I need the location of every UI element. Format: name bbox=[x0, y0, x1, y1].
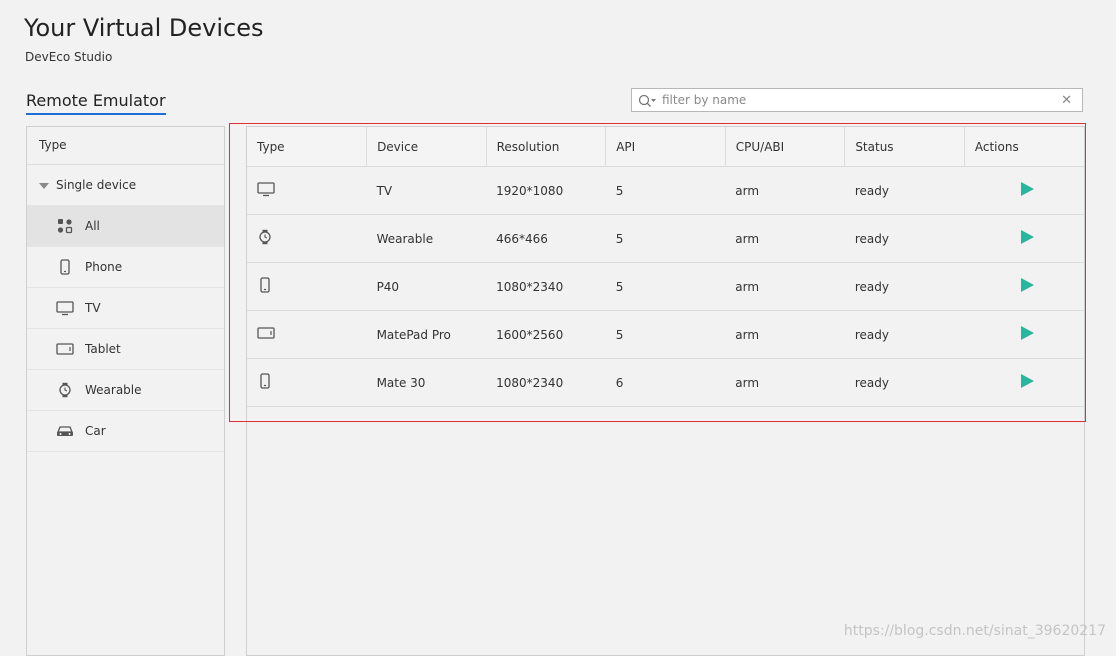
device-type-sidebar: Type Single device All Phone TV Tablet W… bbox=[26, 126, 225, 656]
cell-resolution: 1080*2340 bbox=[486, 262, 606, 311]
sidebar-item-car[interactable]: Car bbox=[27, 411, 224, 452]
sidebar-item-label: Phone bbox=[85, 260, 123, 274]
search-icon[interactable] bbox=[638, 93, 658, 112]
expand-triangle-icon[interactable] bbox=[39, 182, 49, 189]
device-table-container: Type Device Resolution API CPU/ABI Statu… bbox=[246, 126, 1085, 656]
cell-api: 5 bbox=[605, 214, 726, 263]
sidebar-header: Type bbox=[27, 127, 224, 165]
column-header-device[interactable]: Device bbox=[366, 127, 487, 167]
table-row[interactable]: TV 1920*1080 5 arm ready bbox=[247, 166, 1084, 215]
sidebar-group-label: Single device bbox=[56, 178, 137, 192]
table-row[interactable]: MatePad Pro 1600*2560 5 arm ready bbox=[247, 310, 1084, 359]
cell-status: ready bbox=[844, 166, 965, 215]
cell-cpu: arm bbox=[725, 262, 845, 311]
cell-resolution: 466*466 bbox=[486, 214, 606, 263]
play-icon[interactable] bbox=[1021, 374, 1035, 388]
cell-resolution: 1600*2560 bbox=[486, 310, 606, 359]
cell-api: 5 bbox=[605, 166, 726, 215]
cell-device: Wearable bbox=[366, 214, 487, 263]
tab-remote-emulator[interactable]: Remote Emulator bbox=[26, 91, 166, 115]
tablet-icon bbox=[257, 327, 275, 344]
sidebar-item-label: Tablet bbox=[85, 342, 121, 356]
cell-status: ready bbox=[844, 358, 965, 407]
sidebar-item-phone[interactable]: Phone bbox=[27, 247, 224, 288]
cell-cpu: arm bbox=[725, 310, 845, 359]
play-icon[interactable] bbox=[1021, 278, 1035, 292]
table-row[interactable]: Mate 30 1080*2340 6 arm ready bbox=[247, 358, 1084, 407]
phone-icon bbox=[56, 258, 74, 276]
page-subtitle: DevEco Studio bbox=[25, 50, 113, 64]
table-header-row: Type Device Resolution API CPU/ABI Statu… bbox=[247, 127, 1084, 167]
column-header-type[interactable]: Type bbox=[247, 127, 368, 167]
cell-cpu: arm bbox=[725, 358, 845, 407]
cell-api: 5 bbox=[605, 262, 726, 311]
phone-icon bbox=[257, 277, 273, 296]
cell-api: 6 bbox=[605, 358, 726, 407]
sidebar-item-tv[interactable]: TV bbox=[27, 288, 224, 329]
search-input[interactable] bbox=[662, 91, 1052, 109]
sidebar-item-label: TV bbox=[85, 301, 101, 315]
column-header-cpu-abi[interactable]: CPU/ABI bbox=[725, 127, 846, 167]
watch-icon bbox=[56, 381, 74, 399]
cell-device: Mate 30 bbox=[366, 358, 487, 407]
watch-icon bbox=[257, 229, 273, 248]
tablet-icon bbox=[56, 340, 74, 358]
tv-icon bbox=[56, 299, 74, 317]
car-icon bbox=[56, 422, 74, 440]
cell-resolution: 1920*1080 bbox=[486, 166, 606, 215]
column-header-api[interactable]: API bbox=[605, 127, 726, 167]
table-row[interactable]: P40 1080*2340 5 arm ready bbox=[247, 262, 1084, 311]
cell-status: ready bbox=[844, 262, 965, 311]
cell-device: P40 bbox=[366, 262, 487, 311]
clear-icon[interactable]: ✕ bbox=[1061, 93, 1072, 108]
watermark: https://blog.csdn.net/sinat_39620217 bbox=[843, 623, 1106, 639]
sidebar-item-wearable[interactable]: Wearable bbox=[27, 370, 224, 411]
cell-status: ready bbox=[844, 214, 965, 263]
cell-device: TV bbox=[366, 166, 487, 215]
play-icon[interactable] bbox=[1021, 326, 1035, 340]
play-icon[interactable] bbox=[1021, 230, 1035, 244]
cell-device: MatePad Pro bbox=[366, 310, 487, 359]
column-header-actions[interactable]: Actions bbox=[964, 127, 1084, 167]
tv-icon bbox=[257, 182, 275, 200]
sidebar-item-label: Wearable bbox=[85, 383, 142, 397]
play-icon[interactable] bbox=[1021, 182, 1035, 196]
cell-cpu: arm bbox=[725, 214, 845, 263]
column-header-status[interactable]: Status bbox=[844, 127, 965, 167]
cell-resolution: 1080*2340 bbox=[486, 358, 606, 407]
grid-icon bbox=[56, 217, 74, 235]
sidebar-item-all[interactable]: All bbox=[27, 206, 224, 247]
table-row[interactable]: Wearable 466*466 5 arm ready bbox=[247, 214, 1084, 263]
phone-icon bbox=[257, 373, 273, 392]
sidebar-item-label: Car bbox=[85, 424, 106, 438]
sidebar-item-tablet[interactable]: Tablet bbox=[27, 329, 224, 370]
sidebar-group-single-device[interactable]: Single device bbox=[27, 165, 224, 206]
cell-api: 5 bbox=[605, 310, 726, 359]
device-table: Type Device Resolution API CPU/ABI Statu… bbox=[247, 127, 1084, 407]
cell-status: ready bbox=[844, 310, 965, 359]
sidebar-item-label: All bbox=[85, 219, 100, 233]
search-box: ✕ bbox=[631, 88, 1083, 112]
column-header-resolution[interactable]: Resolution bbox=[486, 127, 607, 167]
cell-cpu: arm bbox=[725, 166, 845, 215]
page-title: Your Virtual Devices bbox=[24, 14, 264, 42]
